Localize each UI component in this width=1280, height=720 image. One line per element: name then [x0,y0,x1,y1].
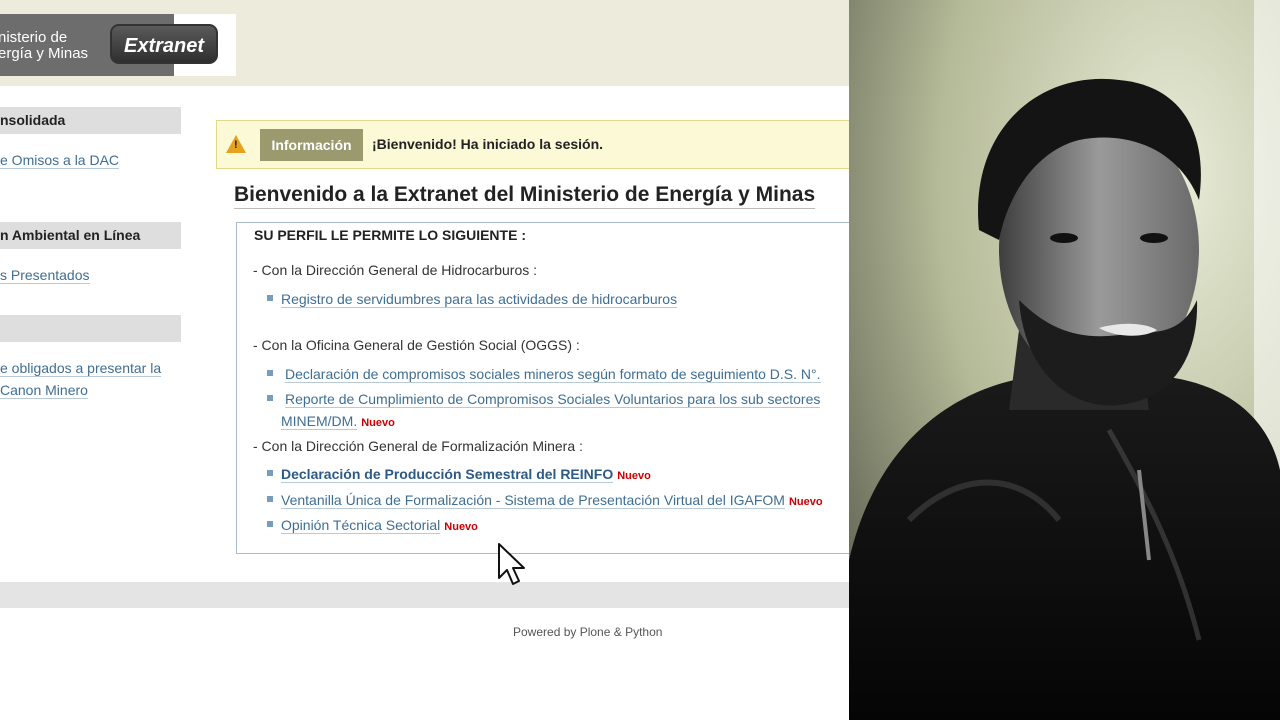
sidebar-section-title: n Ambiental en Línea [0,222,181,249]
new-badge: Nuevo [444,521,478,533]
sidebar-section-title [0,315,181,342]
info-label: Información [260,129,363,161]
bullet-icon [267,295,273,302]
list-item[interactable]: Reporte de Cumplimiento de Compromisos S… [267,391,821,408]
sidebar-link-omisos[interactable]: e Omisos a la DAC [0,149,120,171]
sidebar-section-title: nsolidada [0,107,181,134]
extranet-badge: Extranet [110,24,218,64]
new-badge: Nuevo [617,470,651,482]
list-item-continuation[interactable]: MINEM/DM. Nuevo [281,413,395,430]
group-heading-oggs: - Con la Oficina General de Gestión Soci… [253,337,580,353]
logo-text: nisterio de ergía y Minas [0,29,89,62]
new-badge: Nuevo [788,496,823,508]
list-item[interactable]: Opinión Técnica Sectorial Nuevo [267,517,478,534]
bullet-icon [267,496,273,503]
profile-permissions-box: SU PERFIL LE PERMITE LO SIGUIENTE : - Co… [236,222,849,554]
presenter-photo [849,0,1280,720]
list-item[interactable]: Registro de servidumbres para las activi… [267,291,678,308]
footer-text: Powered by Plone & Python [513,625,663,639]
list-item[interactable]: Declaración de Producción Semestral del … [267,466,651,483]
warning-icon: ! [226,135,246,153]
page-title: Bienvenido a la Extranet del Ministerio … [234,182,816,209]
site-header: nisterio de ergía y Minas Extranet [0,0,849,86]
new-badge: Nuevo [361,417,395,429]
bullet-icon [267,370,273,377]
sidebar-link-presentados[interactable]: s Presentados [0,264,90,286]
sidebar-link-obligados[interactable]: e obligados a presentar la [0,357,162,379]
webcam-overlay [849,0,1280,720]
footer-bar [0,582,849,608]
info-message: ¡Bienvenido! Ha iniciado la sesión. [372,136,604,152]
list-item[interactable]: Declaración de compromisos sociales mine… [267,366,821,383]
mouse-cursor-icon [498,543,525,585]
profile-title: SU PERFIL LE PERMITE LO SIGUIENTE : [254,227,526,243]
group-heading-formalizacion: - Con la Dirección General de Formalizac… [253,438,583,454]
ministry-logo[interactable]: nisterio de ergía y Minas Extranet [0,14,236,76]
bullet-icon [267,521,273,528]
bullet-icon [267,395,273,402]
group-heading-hidrocarburos: - Con la Dirección General de Hidrocarbu… [253,262,538,278]
bullet-icon [267,470,273,477]
info-message-box: ! Información ¡Bienvenido! Ha iniciado l… [216,120,849,169]
list-item[interactable]: Ventanilla Única de Formalización - Sist… [267,492,823,509]
sidebar-link-canon-minero[interactable]: Canon Minero [0,379,88,401]
extranet-page: nisterio de ergía y Minas Extranet nsoli… [0,0,849,720]
